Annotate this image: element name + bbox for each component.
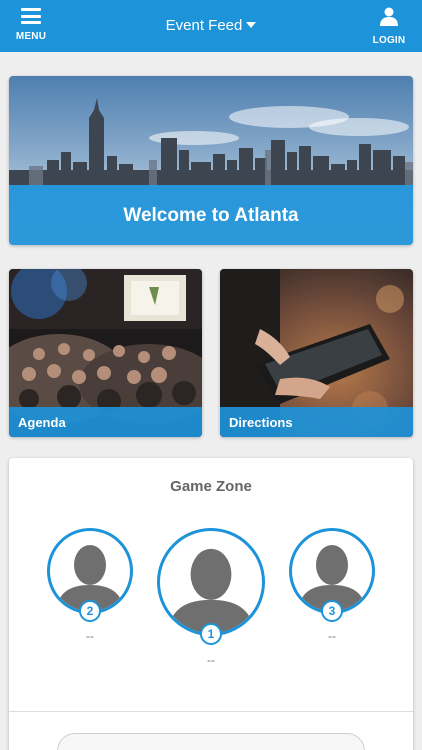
divider	[9, 711, 413, 712]
game-zone-card: Game Zone 2 -- 1 -- 3 --	[9, 458, 413, 750]
game-zone-action-button[interactable]	[57, 733, 365, 750]
player-1-avatar[interactable]	[157, 528, 265, 636]
login-button[interactable]: LOGIN	[372, 7, 406, 46]
game-zone-title: Game Zone	[170, 478, 252, 495]
welcome-card[interactable]: Welcome to Atlanta	[9, 76, 413, 245]
directions-label: Directions	[220, 407, 413, 437]
user-silhouette-icon	[56, 545, 124, 611]
login-label: LOGIN	[372, 35, 406, 46]
rank-badge-2: 2	[79, 600, 101, 622]
rank-badge-3: 3	[321, 600, 343, 622]
player-2-score: --	[86, 629, 94, 643]
directions-tile[interactable]: Directions	[220, 269, 413, 437]
welcome-caption: Welcome to Atlanta	[9, 185, 413, 245]
caret-down-icon	[246, 21, 257, 28]
feed-selector[interactable]: Event Feed	[0, 17, 422, 34]
player-3-score: --	[328, 629, 336, 643]
user-silhouette-icon	[298, 545, 366, 611]
rank-badge-1: 1	[200, 623, 222, 645]
top-bar: MENU Event Feed LOGIN	[0, 0, 422, 52]
agenda-tile[interactable]: Agenda	[9, 269, 202, 437]
user-icon	[380, 7, 398, 26]
page-title: Event Feed	[165, 17, 243, 34]
user-silhouette-icon	[167, 548, 255, 633]
player-1-score: --	[207, 653, 215, 667]
agenda-label: Agenda	[9, 407, 202, 437]
